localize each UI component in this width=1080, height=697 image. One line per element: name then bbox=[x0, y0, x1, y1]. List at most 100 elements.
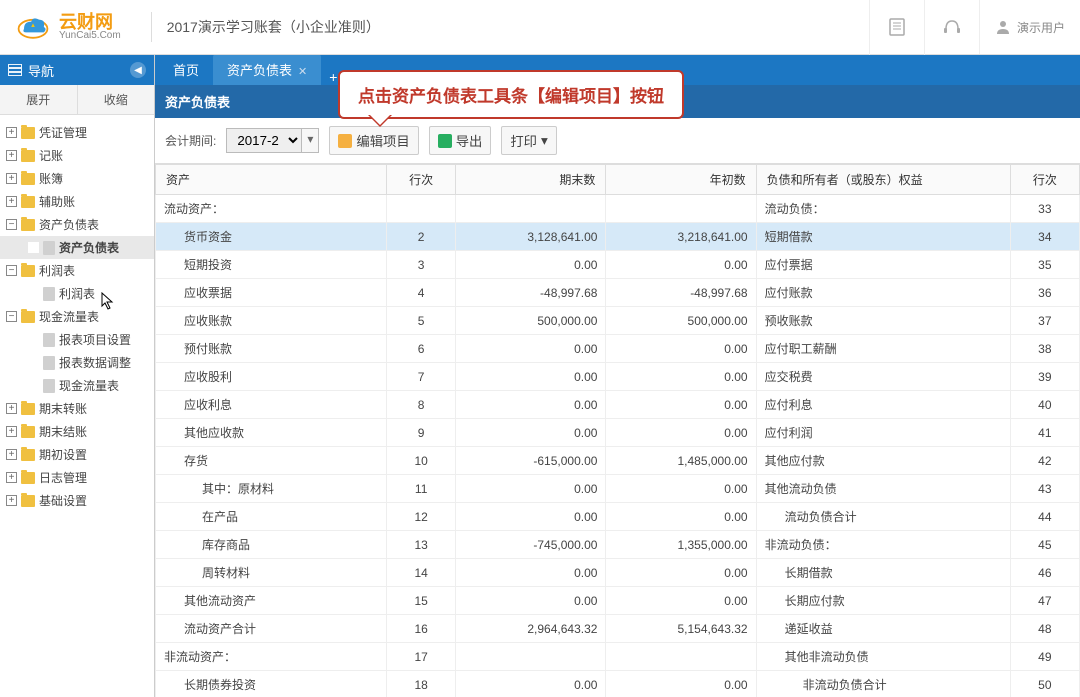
folder-icon bbox=[21, 196, 35, 208]
headset-icon bbox=[942, 17, 962, 37]
table-row[interactable]: 应收票据4-48,997.68-48,997.68应付账款36 bbox=[156, 279, 1080, 307]
print-button[interactable]: 打印 ▾ bbox=[501, 126, 556, 155]
table-row[interactable]: 其他应收款90.000.00应付利润41 bbox=[156, 419, 1080, 447]
period-dropdown-icon[interactable]: ▾ bbox=[302, 128, 319, 153]
export-icon bbox=[438, 134, 452, 148]
expand-icon[interactable]: + bbox=[6, 150, 17, 161]
table-row[interactable]: 周转材料140.000.00长期借款46 bbox=[156, 559, 1080, 587]
expand-all-button[interactable]: 展开 bbox=[0, 85, 78, 114]
folder-icon bbox=[21, 265, 35, 277]
tree-item[interactable]: +账簿 bbox=[0, 167, 154, 190]
begin-cell: 0.00 bbox=[606, 475, 756, 503]
table-row[interactable]: 在产品120.000.00流动负债合计44 bbox=[156, 503, 1080, 531]
folder-icon bbox=[21, 173, 35, 185]
collapse-icon[interactable]: − bbox=[6, 219, 17, 230]
table-row[interactable]: 应收利息80.000.00应付利息40 bbox=[156, 391, 1080, 419]
end-cell: 0.00 bbox=[456, 391, 606, 419]
expand-icon[interactable]: + bbox=[6, 472, 17, 483]
table-row[interactable]: 其中：原材料110.000.00其他流动负债43 bbox=[156, 475, 1080, 503]
tree-item[interactable]: − 资产负债表 bbox=[0, 213, 154, 236]
tree-item-label: 报表数据调整 bbox=[59, 354, 131, 371]
tree-spacer bbox=[28, 357, 39, 368]
header-user[interactable]: 演示用户 bbox=[979, 0, 1080, 54]
tree-item[interactable]: 资产负债表 bbox=[0, 236, 154, 259]
tree-item[interactable]: 利润表 bbox=[0, 282, 154, 305]
table-row[interactable]: 应收账款5500,000.00500,000.00预收账款37 bbox=[156, 307, 1080, 335]
line2-cell: 46 bbox=[1010, 559, 1079, 587]
tab[interactable]: 资产负债表✕ bbox=[213, 55, 321, 85]
tree-item[interactable]: 现金流量表 bbox=[0, 374, 154, 397]
header-support-button[interactable] bbox=[924, 0, 979, 55]
tree-item[interactable]: 报表项目设置 bbox=[0, 328, 154, 351]
table-row[interactable]: 预付账款60.000.00应付职工薪酬38 bbox=[156, 335, 1080, 363]
tree-item[interactable]: +凭证管理 bbox=[0, 121, 154, 144]
collapse-all-button[interactable]: 收缩 bbox=[78, 85, 155, 114]
export-button[interactable]: 导出 bbox=[429, 126, 492, 155]
tree-item[interactable]: +基础设置 bbox=[0, 489, 154, 512]
table-row[interactable]: 存货10-615,000.001,485,000.00其他应付款42 bbox=[156, 447, 1080, 475]
table-row[interactable]: 货币资金23,128,641.003,218,641.00短期借款34 bbox=[156, 223, 1080, 251]
tree-item-label: 现金流量表 bbox=[39, 308, 99, 325]
close-icon[interactable]: ✕ bbox=[298, 66, 307, 78]
sidebar-collapse-button[interactable]: ◀ bbox=[130, 62, 146, 78]
end-cell: 0.00 bbox=[456, 419, 606, 447]
expand-icon[interactable]: + bbox=[6, 495, 17, 506]
table-row[interactable]: 库存商品13-745,000.001,355,000.00非流动负债：45 bbox=[156, 531, 1080, 559]
table-row[interactable]: 流动资产合计162,964,643.325,154,643.32递延收益48 bbox=[156, 615, 1080, 643]
table-row[interactable]: 其他流动资产150.000.00长期应付款47 bbox=[156, 587, 1080, 615]
tree-item[interactable]: +记账 bbox=[0, 144, 154, 167]
folder-icon bbox=[21, 150, 35, 162]
begin-cell: 0.00 bbox=[606, 559, 756, 587]
account-name: 2017演示学习账套（小企业准则） bbox=[167, 17, 380, 37]
tree-item[interactable]: +日志管理 bbox=[0, 466, 154, 489]
col-end: 期末数 bbox=[456, 165, 606, 195]
tree-item[interactable]: +期初设置 bbox=[0, 443, 154, 466]
tree-item[interactable]: − 利润表 bbox=[0, 259, 154, 282]
collapse-icon[interactable]: − bbox=[6, 311, 17, 322]
line1-cell: 8 bbox=[387, 391, 456, 419]
chevron-down-icon: ▾ bbox=[541, 133, 548, 149]
end-cell: 0.00 bbox=[456, 503, 606, 531]
end-cell: 0.00 bbox=[456, 671, 606, 697]
liab-cell: 短期借款 bbox=[765, 230, 813, 244]
collapse-icon[interactable]: − bbox=[6, 265, 17, 276]
line2-cell: 40 bbox=[1010, 391, 1079, 419]
tree-item[interactable]: − 现金流量表 bbox=[0, 305, 154, 328]
asset-cell: 长期债券投资 bbox=[164, 676, 256, 693]
line2-cell: 38 bbox=[1010, 335, 1079, 363]
line2-cell: 34 bbox=[1010, 223, 1079, 251]
expand-icon[interactable]: + bbox=[6, 196, 17, 207]
table-container[interactable]: 资产 行次 期末数 年初数 负债和所有者（或股东）权益 行次 流动资产：流动负债… bbox=[155, 164, 1080, 697]
col-begin: 年初数 bbox=[606, 165, 756, 195]
tree-item[interactable]: +辅助账 bbox=[0, 190, 154, 213]
table-row[interactable]: 非流动资产：17其他非流动负债49 bbox=[156, 643, 1080, 671]
expand-icon[interactable]: + bbox=[6, 449, 17, 460]
header-doc-button[interactable] bbox=[869, 0, 924, 55]
begin-cell: 500,000.00 bbox=[606, 307, 756, 335]
expand-icon[interactable]: + bbox=[6, 127, 17, 138]
line1-cell: 14 bbox=[387, 559, 456, 587]
tree-item-label: 利润表 bbox=[39, 262, 75, 279]
expand-icon[interactable]: + bbox=[6, 403, 17, 414]
table-row[interactable]: 短期投资30.000.00应付票据35 bbox=[156, 251, 1080, 279]
asset-cell: 存货 bbox=[164, 452, 208, 469]
begin-cell: 0.00 bbox=[606, 391, 756, 419]
tree-item[interactable]: +期末结账 bbox=[0, 420, 154, 443]
table-row[interactable]: 应收股利70.000.00应交税费39 bbox=[156, 363, 1080, 391]
tree-item[interactable]: +期末转账 bbox=[0, 397, 154, 420]
tutorial-callout: 点击资产负债表工具条【编辑项目】按钮 bbox=[338, 70, 684, 119]
period-select[interactable]: 2017-2 bbox=[226, 128, 302, 153]
table-row[interactable]: 长期债券投资180.000.00非流动负债合计50 bbox=[156, 671, 1080, 697]
table-row[interactable]: 流动资产：流动负债：33 bbox=[156, 195, 1080, 223]
expand-icon[interactable]: + bbox=[6, 426, 17, 437]
begin-cell: 0.00 bbox=[606, 503, 756, 531]
tree-item-label: 资产负债表 bbox=[39, 216, 99, 233]
expand-icon[interactable]: + bbox=[6, 173, 17, 184]
line1-cell: 12 bbox=[387, 503, 456, 531]
logo[interactable]: 云财网 YunCai5.Com bbox=[0, 9, 136, 45]
line1-cell: 7 bbox=[387, 363, 456, 391]
tree-item[interactable]: 报表数据调整 bbox=[0, 351, 154, 374]
line1-cell: 3 bbox=[387, 251, 456, 279]
tab[interactable]: 首页 bbox=[159, 55, 213, 85]
asset-cell: 非流动资产： bbox=[164, 650, 236, 664]
